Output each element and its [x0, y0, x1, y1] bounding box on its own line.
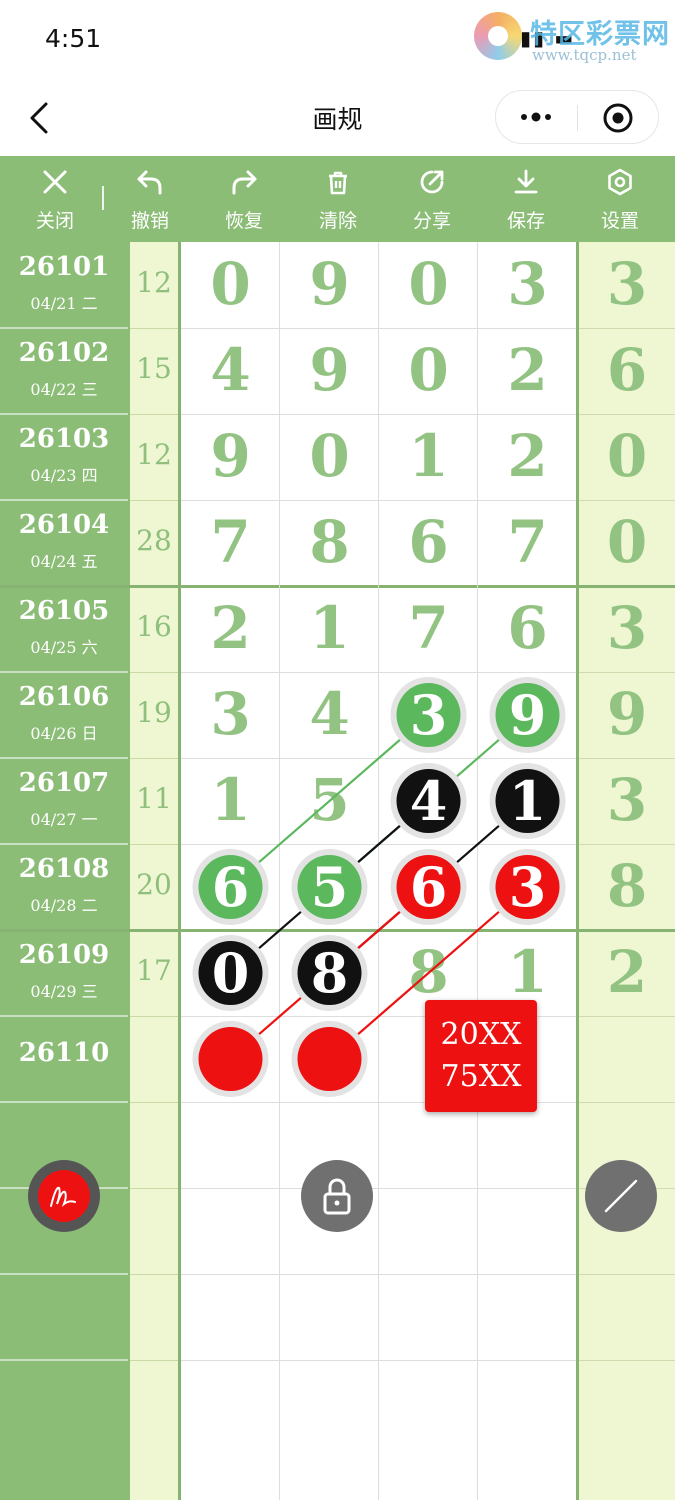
close-target-icon[interactable]: [602, 102, 634, 134]
close-label: 关闭: [35, 210, 74, 232]
undo-label: 撤销: [130, 210, 169, 232]
hexagon-gear-icon: [608, 168, 632, 196]
ball-number: 3: [509, 855, 547, 919]
green-ball-marker[interactable]: 6: [192, 849, 269, 925]
clear-label: 清除: [318, 210, 357, 232]
ball-number: 4: [410, 769, 448, 833]
watermark-url: www.tqcp.net: [532, 46, 637, 64]
share-button[interactable]: 分享: [387, 156, 477, 242]
redo-label: 恢复: [224, 210, 263, 232]
black-ball-marker[interactable]: 0: [192, 935, 269, 1011]
red-ball-marker[interactable]: [192, 1021, 269, 1097]
trash-icon: [329, 171, 347, 195]
status-time: 4:51: [45, 24, 102, 53]
line-tool-button[interactable]: [585, 1160, 657, 1232]
share-icon: [420, 170, 444, 194]
black-ball-marker[interactable]: 1: [489, 763, 566, 839]
toolbar-divider: [102, 186, 104, 210]
status-bar: 4:51 ▮▮ ▬ 特区彩票网 www.tqcp.net: [0, 0, 675, 80]
ball-fill: [297, 1027, 362, 1091]
save-label: 保存: [506, 210, 545, 232]
green-ball-marker[interactable]: 3: [390, 677, 467, 753]
redo-icon: [232, 170, 257, 195]
mini-program-capsule: [495, 90, 659, 144]
download-icon: [514, 169, 538, 194]
ball-number: 1: [509, 769, 547, 833]
nav-bar: 画规: [0, 80, 675, 156]
note-line-1: 20XX: [440, 1017, 522, 1052]
green-ball-marker[interactable]: 5: [291, 849, 368, 925]
settings-label: 设置: [600, 210, 639, 232]
undo-icon: [137, 170, 162, 195]
red-ball-marker[interactable]: 6: [390, 849, 467, 925]
toolbar: 关闭 撤销 恢复 清除 分享 保存 设置: [0, 156, 675, 242]
line-tool-icon: [604, 1179, 638, 1213]
redo-button[interactable]: 恢复: [199, 156, 289, 242]
pen-tool-button[interactable]: [28, 1160, 100, 1232]
ball-number: 5: [311, 855, 349, 919]
black-ball-marker[interactable]: 4: [390, 763, 467, 839]
black-ball-marker[interactable]: 8: [291, 935, 368, 1011]
ball-number: 8: [311, 941, 349, 1005]
trend-grid[interactable]: 26101 04/21 二 12 0 9 0 3 3 26102 04/22 三 15 4 9 0 2 6 26…: [0, 242, 675, 1500]
note-line-2: 75XX: [440, 1059, 522, 1094]
ball-number: 9: [509, 683, 547, 747]
ball-number: 6: [212, 855, 250, 919]
save-button[interactable]: 保存: [481, 156, 571, 242]
red-ball-marker[interactable]: [291, 1021, 368, 1097]
prediction-note[interactable]: 20XX 75XX: [425, 1000, 537, 1112]
lock-icon: [323, 1178, 351, 1215]
clear-button[interactable]: 清除: [293, 156, 383, 242]
ball-fill: [198, 1027, 263, 1091]
red-ball-marker[interactable]: 3: [489, 849, 566, 925]
lock-button[interactable]: [301, 1160, 373, 1232]
ball-number: 3: [410, 683, 448, 747]
more-dots-icon[interactable]: [516, 107, 556, 127]
ball-number: 0: [212, 941, 250, 1005]
pen-scribble-icon: [50, 1186, 76, 1208]
capsule-divider: [577, 105, 578, 131]
ball-number: 6: [410, 855, 448, 919]
close-button[interactable]: 关闭: [10, 156, 100, 242]
undo-button[interactable]: 撤销: [105, 156, 195, 242]
close-icon: [43, 170, 67, 194]
share-label: 分享: [412, 210, 451, 232]
watermark-logo-icon: [474, 12, 522, 60]
green-ball-marker[interactable]: 9: [489, 677, 566, 753]
drawing-overlay[interactable]: 3 94 16 5 6 30 8: [0, 242, 675, 1500]
settings-button[interactable]: 设置: [575, 156, 665, 242]
